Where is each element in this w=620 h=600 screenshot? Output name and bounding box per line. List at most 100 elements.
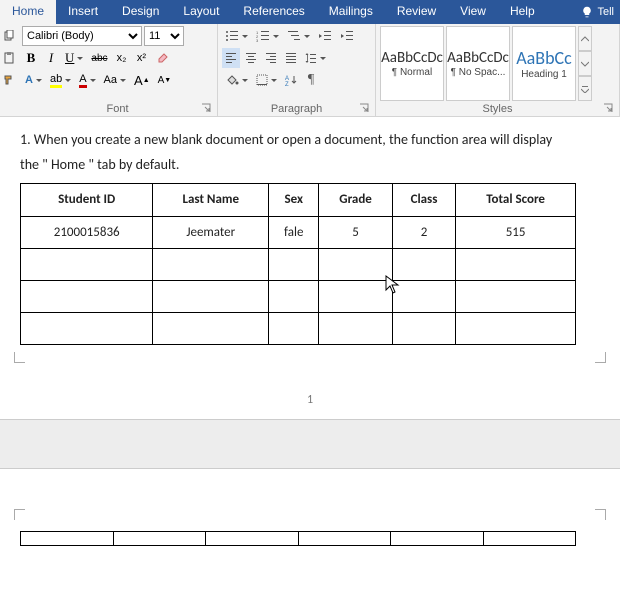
numbering-button[interactable]: 123 [253,26,282,46]
table-row[interactable] [21,249,576,281]
table-header-row: Student ID Last Name Sex Grade Class Tot… [21,184,576,217]
tab-help[interactable]: Help [498,0,547,24]
cell[interactable]: 2100015836 [21,216,153,249]
format-painter-button[interactable] [0,70,18,90]
show-marks-button[interactable]: ¶ [302,70,320,90]
line-spacing-button[interactable] [302,48,329,68]
grow-font-button[interactable]: A▲ [131,70,153,90]
cell[interactable] [392,281,455,313]
table-row[interactable] [21,281,576,313]
font-color-button[interactable]: A [76,70,98,90]
th-student-id[interactable]: Student ID [21,184,153,217]
justify-button[interactable] [282,48,300,68]
th-sex[interactable]: Sex [269,184,319,217]
text-effects-button[interactable]: A [22,70,45,90]
th-grade[interactable]: Grade [319,184,392,217]
cell[interactable]: 5 [319,216,392,249]
cell[interactable] [21,532,114,546]
cell[interactable] [456,313,576,345]
cell[interactable] [21,281,153,313]
superscript-button[interactable]: x² [133,48,151,68]
copy-button[interactable] [0,26,18,46]
cell[interactable]: fale [269,216,319,249]
body-text-line2[interactable]: the " Home " tab by default. [20,154,600,175]
align-center-button[interactable] [242,48,260,68]
clear-formatting-button[interactable] [153,48,173,68]
sort-button[interactable]: AZ [282,70,300,90]
paste-button[interactable] [0,48,18,68]
cell[interactable] [21,313,153,345]
cell[interactable] [21,249,153,281]
font-size-select[interactable]: 11 [144,26,184,46]
cell[interactable] [392,249,455,281]
paragraph-group-label: Paragraph [222,101,371,116]
align-left-button[interactable] [222,48,240,68]
cell[interactable] [319,313,392,345]
ribbon-tabs: Home Insert Design Layout References Mai… [0,0,620,24]
style-heading1[interactable]: AaBbCc Heading 1 [512,26,576,101]
decrease-indent-button[interactable] [315,26,335,46]
table-row[interactable] [21,313,576,345]
cell[interactable] [153,313,269,345]
cell[interactable] [269,281,319,313]
outdent-icon [318,30,332,42]
style-normal[interactable]: AaBbCcDc ¶ Normal [380,26,444,101]
tab-view[interactable]: View [448,0,498,24]
subscript-button[interactable]: x₂ [113,48,131,68]
cell[interactable] [269,249,319,281]
styles-scroll-down[interactable] [578,51,592,76]
tell-me[interactable]: Tell [575,0,620,24]
styles-dialog-launcher[interactable] [603,103,615,115]
multilevel-list-button[interactable] [284,26,313,46]
font-name-select[interactable]: Calibri (Body) [22,26,142,46]
highlight-button[interactable]: ab [47,70,74,90]
increase-indent-button[interactable] [337,26,357,46]
tab-review[interactable]: Review [385,0,448,24]
th-total-score[interactable]: Total Score [456,184,576,217]
cell[interactable]: 515 [456,216,576,249]
styles-scroll-up[interactable] [578,26,592,51]
body-text-line1[interactable]: 1. When you create a new blank document … [20,129,600,150]
document-area[interactable]: 1. When you create a new blank document … [0,117,620,546]
bold-button[interactable]: B [22,48,40,68]
change-case-button[interactable]: Aa [101,70,129,90]
tab-mailings[interactable]: Mailings [317,0,385,24]
th-last-name[interactable]: Last Name [153,184,269,217]
student-table-page2[interactable] [20,531,576,546]
svg-text:3: 3 [256,38,259,42]
styles-expand[interactable] [578,76,592,101]
cell[interactable] [319,249,392,281]
tab-insert[interactable]: Insert [56,0,110,24]
tab-layout[interactable]: Layout [171,0,231,24]
tab-design[interactable]: Design [110,0,171,24]
th-class[interactable]: Class [392,184,455,217]
underline-button[interactable]: U [62,48,86,68]
eraser-icon [156,51,170,65]
cell[interactable] [319,281,392,313]
tab-references[interactable]: References [231,0,316,24]
tab-home[interactable]: Home [0,0,56,24]
cell[interactable] [456,249,576,281]
cell[interactable] [456,281,576,313]
italic-button[interactable]: I [42,48,60,68]
page-corner-bottom [20,345,600,363]
paragraph-dialog-launcher[interactable] [359,103,371,115]
borders-button[interactable] [253,70,280,90]
cell[interactable] [392,313,455,345]
numbering-icon: 123 [256,30,270,42]
cell[interactable]: 2 [392,216,455,249]
cell[interactable] [153,249,269,281]
bullets-button[interactable] [222,26,251,46]
cell[interactable] [269,313,319,345]
strikethrough-button[interactable]: abc [88,48,110,68]
ribbon: Calibri (Body) 11 B I U abc x₂ x² A ab A… [0,24,620,117]
cell[interactable]: Jeemater [153,216,269,249]
shrink-font-button[interactable]: A▼ [155,70,175,90]
student-table[interactable]: Student ID Last Name Sex Grade Class Tot… [20,183,576,345]
font-dialog-launcher[interactable] [201,103,213,115]
style-no-spacing[interactable]: AaBbCcDc ¶ No Spac... [446,26,510,101]
align-right-button[interactable] [262,48,280,68]
cell[interactable] [153,281,269,313]
shading-button[interactable] [222,70,251,90]
table-row[interactable]: 2100015836 Jeemater fale 5 2 515 [21,216,576,249]
